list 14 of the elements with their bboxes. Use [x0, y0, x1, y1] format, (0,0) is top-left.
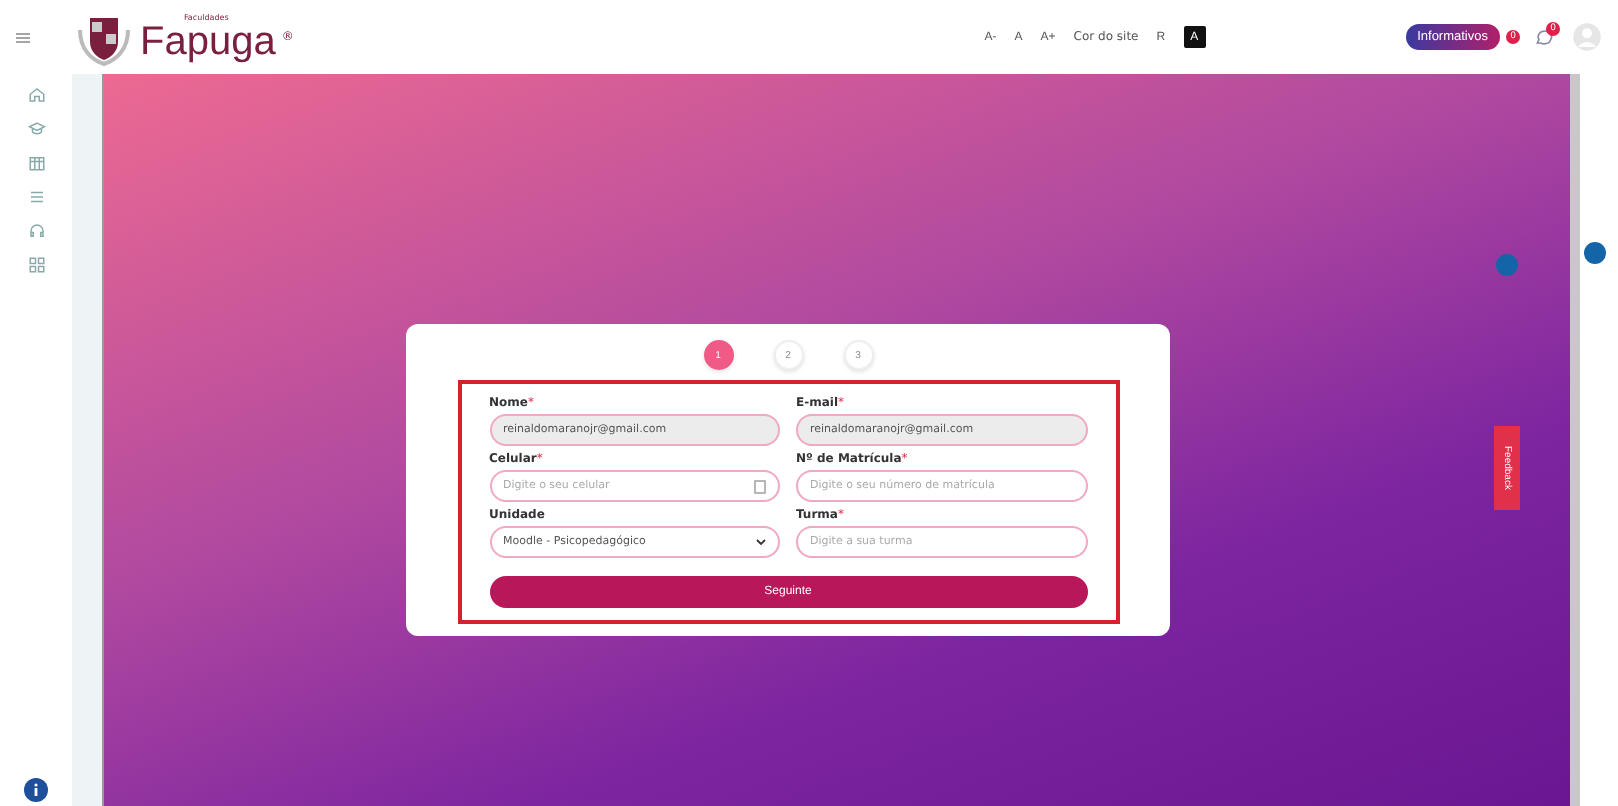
graduation-cap-icon[interactable]	[27, 120, 45, 138]
home-icon[interactable]	[27, 86, 45, 104]
avatar-icon[interactable]	[1572, 22, 1602, 52]
scrollbar[interactable]	[1570, 74, 1580, 806]
list-icon[interactable]	[27, 188, 45, 206]
menu-icon[interactable]	[16, 31, 30, 43]
clipboard-icon	[754, 479, 766, 493]
grid-icon[interactable]	[27, 256, 45, 274]
chat-icon[interactable]	[1534, 27, 1554, 47]
chevron-down-icon	[756, 538, 766, 546]
calendar-icon[interactable]	[27, 154, 45, 172]
logo-wordmark: Fapuga	[140, 21, 276, 61]
info-icon[interactable]	[24, 778, 48, 802]
headset-icon[interactable]	[27, 222, 45, 240]
